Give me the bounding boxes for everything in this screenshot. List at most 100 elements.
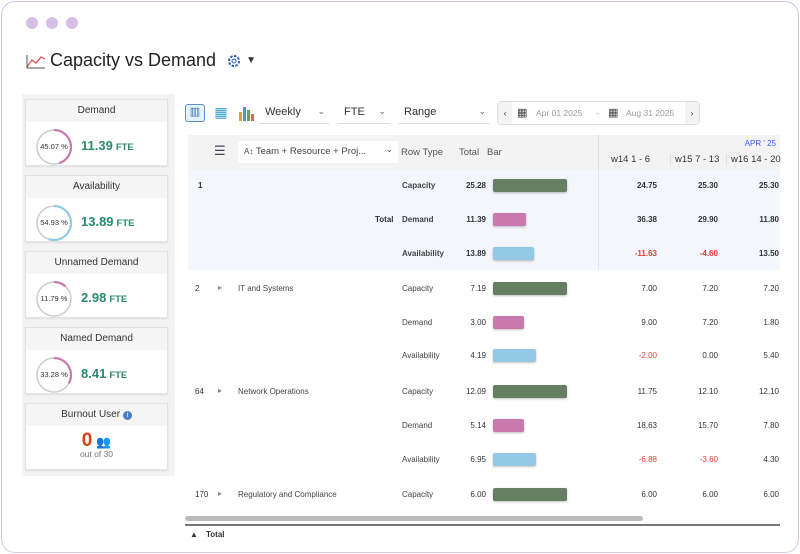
footer-toggle-icon[interactable]: ▲ <box>190 530 198 539</box>
total-bar <box>493 419 525 432</box>
week-value: 24.75 <box>636 181 657 190</box>
chevron-down-icon: ⌄ <box>378 106 386 116</box>
burnout-count: 0 <box>81 430 93 451</box>
week-value: 4.30 <box>763 455 779 464</box>
week-value: 18.63 <box>636 421 657 430</box>
window-dot <box>46 17 58 29</box>
page-title: Capacity vs Demand <box>50 50 217 70</box>
row-total: 3.00 <box>470 318 486 327</box>
row-index: 64 <box>195 387 204 396</box>
next-range-button[interactable]: › <box>685 102 699 124</box>
line-chart-icon <box>26 54 46 68</box>
card-title: Availability <box>26 176 167 198</box>
week-value: 6.00 <box>763 490 779 499</box>
row-total: 4.19 <box>470 351 486 360</box>
group-name: Network Operations <box>238 387 309 396</box>
row-total: 5.14 <box>470 421 486 430</box>
end-date[interactable]: Aug 31 2025 <box>626 108 674 118</box>
calendar-icon[interactable]: ▦ <box>517 106 527 119</box>
group-by-select[interactable]: A↕ Team + Resource + Proj... ⌄ <box>238 141 398 163</box>
percent-label: 33.28 % <box>40 370 68 379</box>
date-separator: - <box>596 108 599 118</box>
week-value: 5.40 <box>763 351 779 360</box>
week-header-cell: w14 1 - 6 <box>611 154 651 165</box>
row-index: 1 <box>198 181 203 190</box>
week-value: 7.80 <box>763 421 779 430</box>
month-label: APR ' 25 <box>744 139 776 148</box>
card-title: Named Demand <box>26 328 167 350</box>
expand-row-icon[interactable]: ▸ <box>218 386 222 395</box>
fte-unit: FTE <box>116 218 135 229</box>
fte-unit: FTE <box>109 370 128 381</box>
divider <box>185 524 780 526</box>
row-type: Demand <box>402 421 433 430</box>
gear-icon[interactable] <box>226 53 242 69</box>
sort-az-icon: A↕ <box>244 147 254 156</box>
summary-card: Unnamed Demand 11.79 % 2.98 FTE <box>25 251 168 318</box>
total-bar <box>493 349 537 362</box>
burnout-card: Burnout User i 0 👥 out of 30 <box>25 403 168 470</box>
card-title: Burnout User i <box>26 404 167 426</box>
page-title-area: Capacity vs Demand ▼ <box>26 50 256 71</box>
card-title: Demand <box>26 100 167 122</box>
fte-value: 13.89 FTE <box>81 214 135 229</box>
fte-unit: FTE <box>115 142 134 153</box>
card-title: Unnamed Demand <box>26 252 167 274</box>
total-bar <box>493 282 567 295</box>
col-header-bar[interactable]: Bar <box>487 147 502 158</box>
collapse-rows-icon[interactable]: ☰ <box>214 143 226 159</box>
week-value: -3.60 <box>699 455 718 464</box>
bar-chart-view-icon[interactable] <box>237 104 255 122</box>
unit-select[interactable]: FTE ⌄ <box>338 102 390 124</box>
week-value: 1.80 <box>763 318 779 327</box>
row-type: Availability <box>402 455 440 464</box>
range-select[interactable]: Range ⌄ <box>398 102 490 124</box>
calendar-icon[interactable]: ▦ <box>608 106 618 119</box>
summary-card: Named Demand 33.28 % 8.41 FTE <box>25 327 168 394</box>
horizontal-scrollbar[interactable] <box>185 516 643 521</box>
col-header-row-type[interactable]: Row Type <box>401 147 443 158</box>
col-header-total[interactable]: Total <box>459 147 479 158</box>
row-type: Capacity <box>402 490 434 499</box>
start-date[interactable]: Apr 01 2025 <box>536 108 582 118</box>
footer-total-label[interactable]: Total <box>206 530 225 539</box>
table-view-icon[interactable]: ▦ <box>211 104 231 122</box>
range-value: Range <box>404 106 437 118</box>
period-select[interactable]: Weekly ⌄ <box>259 102 329 124</box>
total-bar <box>493 213 527 226</box>
total-bar <box>493 488 567 501</box>
week-value: 13.50 <box>758 249 779 258</box>
summary-panel: Demand 45.07 % 11.39 FTE Availability 54.9… <box>22 94 175 476</box>
unit-value: FTE <box>344 106 365 118</box>
settings-dropdown-icon[interactable]: ▼ <box>246 55 256 66</box>
week-value: 36.38 <box>636 215 657 224</box>
period-value: Weekly <box>265 106 301 118</box>
info-icon[interactable]: i <box>122 411 132 420</box>
row-type: Demand <box>402 318 433 327</box>
week-value: -6.88 <box>638 455 657 464</box>
week-value: 6.00 <box>641 490 657 499</box>
row-type: Capacity <box>402 284 434 293</box>
total-bar <box>493 453 536 466</box>
week-value: 15.70 <box>697 421 718 430</box>
total-bar <box>493 179 567 192</box>
week-header: APR ' 25 w14 1 - 6 w15 7 - 13 w16 14 - 2… <box>598 135 781 170</box>
week-value: 9.00 <box>641 318 657 327</box>
group-name: IT and Systems <box>238 284 294 293</box>
fte-value: 11.39 FTE <box>81 138 134 153</box>
expand-row-icon[interactable]: ▸ <box>218 489 222 498</box>
fte-number: 13.89 <box>81 214 114 229</box>
week-value: 7.20 <box>702 318 718 327</box>
group-name: Regulatory and Compliance <box>238 490 337 499</box>
prev-range-button[interactable]: ‹ <box>498 102 512 124</box>
grid-panel: ▥ ▦ Weekly ⌄ FTE ⌄ Range ⌄ ‹ ▦ Apr 01 2025 … <box>180 94 790 544</box>
group-by-value: Team + Resource + Proj... <box>255 146 367 157</box>
row-type: Capacity <box>402 387 434 396</box>
fte-number: 11.39 <box>81 138 113 153</box>
week-value: 25.30 <box>758 181 779 190</box>
expand-row-icon[interactable]: ▸ <box>218 283 222 292</box>
chart-table-view-icon[interactable]: ▥ <box>185 104 205 122</box>
row-index: 170 <box>195 490 209 499</box>
percent-label: 11.79 % <box>40 294 68 303</box>
percent-label: 54.93 % <box>40 218 68 227</box>
